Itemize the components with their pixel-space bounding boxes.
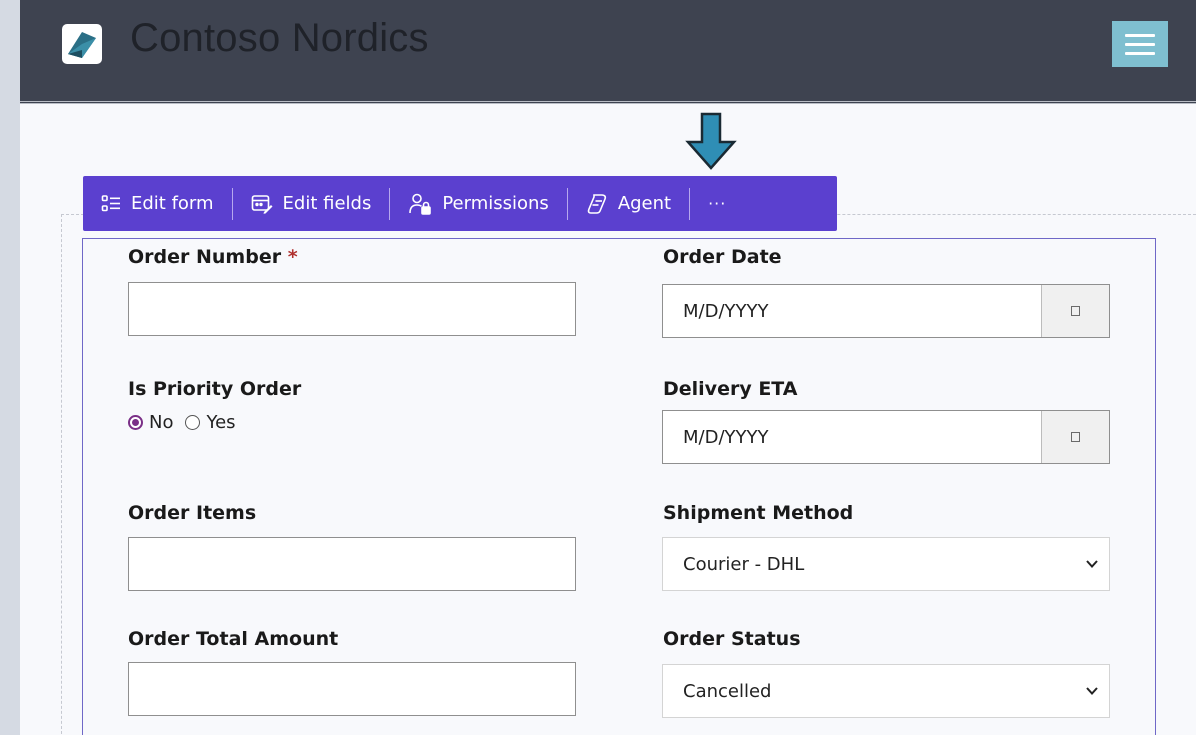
agent-label: Agent (617, 193, 672, 214)
edit-fields-button[interactable]: Edit fields (233, 176, 390, 231)
delivery-eta-field[interactable]: M/D/YYYY (662, 410, 1110, 464)
edit-form-button[interactable]: Edit form (83, 176, 232, 231)
order-number-label: Order Number * (128, 246, 298, 268)
permissions-icon (409, 193, 432, 215)
delivery-eta-input[interactable]: M/D/YYYY (663, 411, 1041, 463)
app-header: Contoso Nordics (20, 0, 1196, 104)
order-date-input[interactable]: M/D/YYYY (663, 285, 1041, 337)
form-toolbar: Edit form Edit fields Permissions Agent … (83, 176, 837, 231)
edit-fields-label: Edit fields (282, 193, 372, 214)
priority-no-radio[interactable] (128, 415, 143, 430)
order-items-input[interactable] (128, 537, 576, 591)
edit-fields-icon (251, 194, 273, 214)
delivery-eta-label: Delivery ETA (663, 378, 798, 400)
priority-yes-label[interactable]: Yes (206, 412, 235, 433)
order-items-label: Order Items (128, 502, 257, 524)
chevron-down-icon (1086, 560, 1098, 568)
hamburger-menu-button[interactable] (1112, 21, 1168, 67)
permissions-label: Permissions (442, 193, 549, 214)
calendar-icon (1071, 306, 1080, 316)
calendar-icon (1071, 432, 1080, 442)
delivery-eta-calendar-button[interactable] (1041, 411, 1109, 463)
agent-button[interactable]: Agent (568, 176, 689, 231)
priority-no-label[interactable]: No (149, 412, 173, 433)
order-date-calendar-button[interactable] (1041, 285, 1109, 337)
copilot-agent-icon (587, 193, 606, 214)
priority-yes-radio[interactable] (185, 415, 201, 430)
hamburger-menu-icon (1125, 33, 1155, 37)
required-marker: * (287, 246, 298, 268)
chevron-down-icon (1086, 687, 1098, 695)
order-total-amount-label: Order Total Amount (128, 628, 339, 650)
page: Contoso Nordics Edit form Edit fields Pe… (20, 0, 1196, 735)
app-brand-title: Contoso Nordics (130, 16, 429, 60)
order-date-field[interactable]: M/D/YYYY (662, 284, 1110, 338)
shipment-method-label: Shipment Method (663, 502, 854, 524)
shipment-method-select[interactable]: Courier - DHL (662, 537, 1110, 591)
order-number-input[interactable] (128, 282, 576, 336)
more-options-button[interactable]: ··· (690, 194, 744, 213)
order-status-value: Cancelled (683, 680, 772, 702)
order-date-label: Order Date (663, 246, 782, 268)
is-priority-radio-group: No Yes (128, 412, 248, 433)
edit-form-label: Edit form (131, 193, 214, 214)
down-arrow-icon (685, 112, 737, 170)
order-total-amount-input[interactable] (128, 662, 576, 716)
shipment-method-value: Courier - DHL (683, 553, 805, 575)
edit-form-icon (101, 194, 120, 211)
contoso-logo-icon (62, 24, 102, 64)
order-status-label: Order Status (663, 628, 801, 650)
permissions-button[interactable]: Permissions (390, 176, 566, 231)
is-priority-order-label: Is Priority Order (128, 378, 302, 400)
order-status-select[interactable]: Cancelled (662, 664, 1110, 718)
